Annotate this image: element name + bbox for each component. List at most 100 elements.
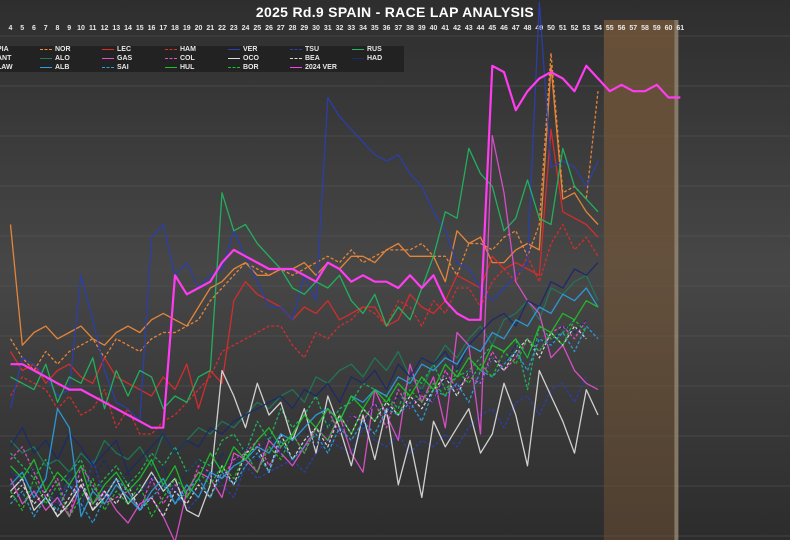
x-tick-label: 33 — [347, 25, 355, 32]
lap-analysis-chart: 4 5 6 7 8 9 10 11 12 13 14 15 16 17 18 19 20 21 22 23 24 25 26… — [0, 0, 790, 540]
legend-swatch — [290, 66, 302, 68]
legend-swatch — [102, 57, 114, 59]
x-tick-label: 20 — [195, 25, 203, 32]
x-tick-label: 17 — [159, 25, 167, 32]
x-tick-label: 34 — [359, 25, 367, 32]
x-tick-label: 14 — [124, 25, 132, 32]
legend-item-hul: HUL — [165, 63, 194, 73]
highlight-band — [603, 20, 679, 540]
x-tick-label: 36 — [383, 25, 391, 32]
x-tick-label: 32 — [336, 25, 344, 32]
x-tick-label: 31 — [324, 25, 332, 32]
x-tick-label: 19 — [183, 25, 191, 32]
highlight-laps-band — [603, 20, 675, 540]
legend: PIA NOR LEC HAM VER TSU RUS ANT ALO GAS COL OCO BEA H… — [0, 46, 404, 72]
legend-swatch — [352, 57, 364, 59]
legend-label: SAI — [117, 64, 129, 71]
x-tick-label: 56 — [618, 25, 626, 32]
x-tick-label: 10 — [77, 25, 85, 32]
legend-swatch — [228, 66, 240, 68]
legend-swatch — [40, 66, 52, 68]
legend-label: BOR — [243, 64, 259, 71]
x-tick-label: 54 — [594, 25, 602, 32]
chart-title: 2025 Rd.9 SPAIN - RACE LAP ANALYSIS — [255, 4, 535, 20]
x-tick-label: 27 — [277, 25, 285, 32]
x-tick-label: 37 — [394, 25, 402, 32]
legend-swatch — [165, 48, 177, 50]
legend-label: GAS — [117, 55, 133, 62]
legend-swatch — [40, 57, 52, 59]
x-tick-label: 43 — [465, 25, 473, 32]
legend-label: NOR — [55, 46, 71, 53]
x-tick-label: 4 — [9, 25, 13, 32]
legend-label: ANT — [0, 55, 12, 62]
x-tick-label: 15 — [136, 25, 144, 32]
x-tick-label: 58 — [641, 25, 649, 32]
x-tick-label: 61 — [676, 25, 684, 32]
x-tick-label: 28 — [289, 25, 297, 32]
legend-swatch — [290, 48, 302, 50]
x-tick-label: 21 — [206, 25, 214, 32]
legend-label: LEC — [117, 46, 131, 53]
x-tick-label: 29 — [300, 25, 308, 32]
legend-item-had: HAD — [352, 54, 382, 64]
x-tick-label: 40 — [430, 25, 438, 32]
x-tick-label: 35 — [371, 25, 379, 32]
x-tick-label: 52 — [571, 25, 579, 32]
x-tick-label: 50 — [547, 25, 555, 32]
legend-swatch — [352, 48, 364, 50]
legend-label: BEA — [305, 55, 320, 62]
x-tick-label: 51 — [559, 25, 567, 32]
legend-label: VER — [243, 46, 258, 53]
legend-item-bor: BOR — [228, 63, 259, 73]
x-tick-label: 44 — [477, 25, 485, 32]
x-tick-label: 24 — [242, 25, 250, 32]
x-tick-label: 42 — [453, 25, 461, 32]
x-tick-label: 23 — [230, 25, 238, 32]
x-tick-label: 11 — [89, 25, 97, 32]
x-tick-label: 53 — [582, 25, 590, 32]
legend-swatch — [165, 57, 177, 59]
x-tick-label: 46 — [500, 25, 508, 32]
x-tick-label: 13 — [112, 25, 120, 32]
legend-label: OCO — [243, 55, 259, 62]
x-tick-label: 18 — [171, 25, 179, 32]
x-tick-label: 57 — [629, 25, 637, 32]
legend-label: LAW — [0, 64, 13, 71]
x-tick-label: 48 — [524, 25, 532, 32]
x-tick-label: 12 — [101, 25, 109, 32]
legend-label: HUL — [180, 64, 195, 71]
legend-item-law: LAW — [0, 63, 13, 73]
legend-label: ALO — [55, 55, 70, 62]
x-tick-label: 39 — [418, 25, 426, 32]
x-tick-label: 9 — [67, 25, 71, 32]
x-tick-label: 60 — [665, 25, 673, 32]
x-tick-label: 47 — [512, 25, 520, 32]
legend-label: ALB — [55, 64, 70, 71]
x-tick-label: 26 — [265, 25, 273, 32]
legend-item-alb: ALB — [40, 63, 69, 73]
x-tick-label: 41 — [441, 25, 449, 32]
x-tick-label: 8 — [56, 25, 60, 32]
x-tick-label: 55 — [606, 25, 614, 32]
x-tick-label: 7 — [44, 25, 48, 32]
legend-item-sai: SAI — [102, 63, 129, 73]
x-tick-label: 6 — [32, 25, 36, 32]
legend-label: RUS — [367, 46, 382, 53]
legend-swatch — [165, 66, 177, 68]
legend-label: HAM — [180, 46, 196, 53]
x-tick-label: 30 — [312, 25, 320, 32]
legend-swatch — [228, 57, 240, 59]
legend-label: HAD — [367, 55, 383, 62]
x-tick-label: 59 — [653, 25, 661, 32]
legend-label: PIA — [0, 46, 9, 53]
legend-item-2024-ver: 2024 VER — [290, 63, 337, 73]
x-tick-label: 25 — [253, 25, 261, 32]
legend-label: 2024 VER — [305, 64, 337, 71]
x-tick-label: 22 — [218, 25, 226, 32]
legend-swatch — [228, 48, 240, 50]
x-tick-label: 45 — [488, 25, 496, 32]
legend-label: COL — [180, 55, 195, 62]
x-tick-label: 49 — [535, 25, 543, 32]
legend-swatch — [40, 48, 52, 50]
